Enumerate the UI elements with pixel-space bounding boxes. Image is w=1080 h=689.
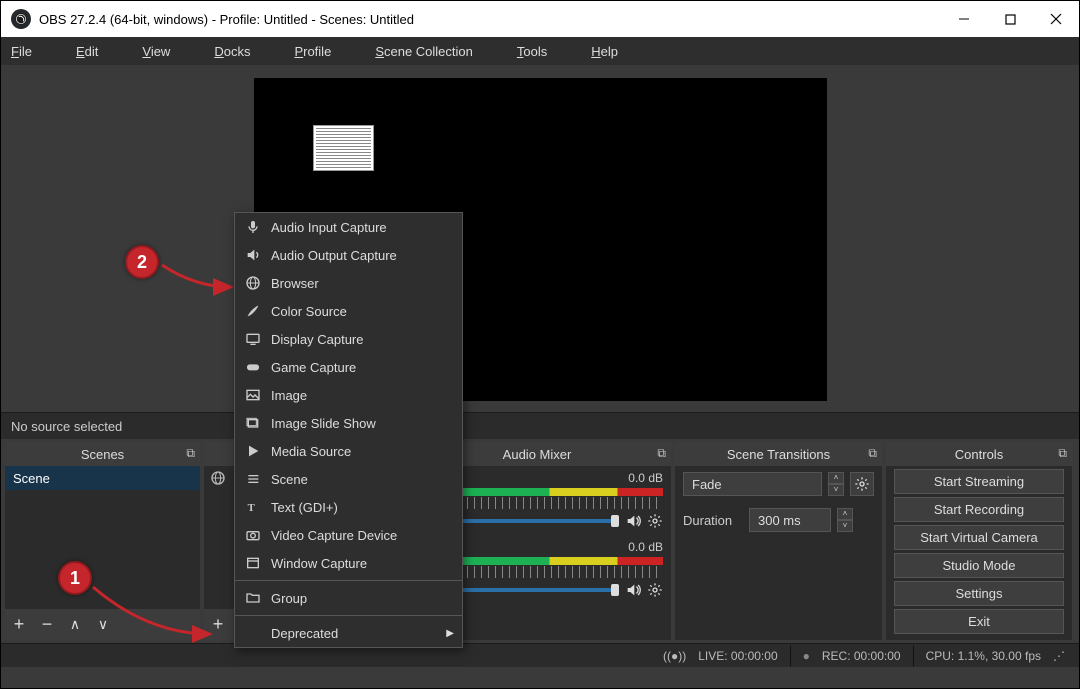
browser-source-thumb[interactable] bbox=[313, 125, 374, 171]
menu-scene-collection[interactable]: Scene Collection bbox=[375, 44, 495, 59]
window-icon bbox=[245, 555, 261, 571]
start-virtual-camera-button[interactable]: Start Virtual Camera bbox=[894, 525, 1064, 550]
start-streaming-button[interactable]: Start Streaming bbox=[894, 469, 1064, 494]
speaker-out-icon bbox=[245, 247, 261, 263]
menu-item-audio-output-capture[interactable]: Audio Output Capture bbox=[235, 241, 462, 269]
minimize-button[interactable] bbox=[941, 1, 987, 37]
source-status-bar: No source selected bbox=[1, 412, 1079, 439]
duration-input[interactable]: 300 ms bbox=[749, 508, 831, 532]
submenu-arrow-icon: ▶ bbox=[446, 628, 454, 639]
menu-item-color-source[interactable]: Color Source bbox=[235, 297, 462, 325]
svg-text:T: T bbox=[248, 503, 255, 514]
scenes-popout-icon[interactable]: ⧉ bbox=[186, 446, 195, 461]
play-icon bbox=[245, 443, 261, 459]
callout-1-arrow-icon bbox=[88, 579, 218, 649]
transition-up-icon[interactable]: ˄ bbox=[828, 472, 844, 484]
transition-down-icon[interactable]: ˅ bbox=[828, 484, 844, 496]
transition-select[interactable]: Fade bbox=[683, 472, 822, 496]
status-cpu: CPU: 1.1%, 30.00 fps bbox=[926, 649, 1041, 663]
gear-icon[interactable] bbox=[647, 513, 663, 529]
menu-view[interactable]: View bbox=[142, 44, 192, 59]
slideshow-icon bbox=[245, 415, 261, 431]
menu-item-group[interactable]: Group bbox=[235, 584, 462, 612]
controls-panel: Controls⧉ Start Streaming Start Recordin… bbox=[886, 442, 1072, 640]
globe-icon bbox=[210, 470, 226, 486]
folder-icon bbox=[245, 590, 261, 606]
menubar: File Edit View Docks Profile Scene Colle… bbox=[1, 37, 1079, 65]
track-db: 0.0 dB bbox=[628, 540, 663, 554]
text-icon: T bbox=[245, 499, 261, 515]
menu-edit[interactable]: Edit bbox=[76, 44, 120, 59]
broadcast-icon: ((●)) bbox=[663, 649, 686, 663]
menu-item-image[interactable]: Image bbox=[235, 381, 462, 409]
image-icon bbox=[245, 387, 261, 403]
menu-item-video-capture-device[interactable]: Video Capture Device bbox=[235, 521, 462, 549]
gear-icon[interactable] bbox=[647, 582, 663, 598]
callout-1: 1 bbox=[58, 561, 92, 595]
menu-item-window-capture[interactable]: Window Capture bbox=[235, 549, 462, 577]
scene-transitions-panel: Scene Transitions⧉ Fade ˄˅ Duration 300 … bbox=[675, 442, 882, 640]
controls-popout-icon[interactable]: ⧉ bbox=[1058, 446, 1067, 461]
callout-2: 2 bbox=[125, 245, 159, 279]
speaker-icon[interactable] bbox=[625, 513, 641, 529]
menu-item-text-gdi[interactable]: TText (GDI+) bbox=[235, 493, 462, 521]
record-icon: ● bbox=[803, 649, 810, 663]
menu-item-display-capture[interactable]: Display Capture bbox=[235, 325, 462, 353]
menu-item-media-source[interactable]: Media Source bbox=[235, 437, 462, 465]
maximize-button[interactable] bbox=[987, 1, 1033, 37]
menu-item-deprecated[interactable]: Deprecated▶ bbox=[235, 619, 462, 647]
resize-grip-icon[interactable]: ⋰ bbox=[1053, 649, 1065, 663]
duration-up-icon[interactable]: ˄ bbox=[837, 508, 853, 520]
menu-item-audio-input-capture[interactable]: Audio Input Capture bbox=[235, 213, 462, 241]
callout-2-arrow-icon bbox=[159, 257, 239, 297]
exit-button[interactable]: Exit bbox=[894, 609, 1064, 634]
menu-item-browser[interactable]: Browser bbox=[235, 269, 462, 297]
list-icon bbox=[245, 471, 261, 487]
duration-down-icon[interactable]: ˅ bbox=[837, 520, 853, 532]
gear-icon bbox=[854, 476, 870, 492]
scene-move-up-button[interactable]: ∧ bbox=[61, 609, 89, 640]
duration-label: Duration bbox=[683, 513, 743, 528]
studio-mode-button[interactable]: Studio Mode bbox=[894, 553, 1064, 578]
speaker-icon[interactable] bbox=[625, 582, 641, 598]
menu-item-image-slide-show[interactable]: Image Slide Show bbox=[235, 409, 462, 437]
menu-item-game-capture[interactable]: Game Capture bbox=[235, 353, 462, 381]
scene-add-button[interactable]: + bbox=[5, 609, 33, 640]
menu-file[interactable]: File bbox=[11, 44, 54, 59]
obs-logo-icon bbox=[11, 9, 31, 29]
transitions-title: Scene Transitions⧉ bbox=[675, 442, 882, 466]
start-recording-button[interactable]: Start Recording bbox=[894, 497, 1064, 522]
transitions-popout-icon[interactable]: ⧉ bbox=[868, 446, 877, 461]
menu-profile[interactable]: Profile bbox=[294, 44, 353, 59]
mic-icon bbox=[245, 219, 261, 235]
brush-icon bbox=[245, 303, 261, 319]
add-source-menu: Audio Input Capture Audio Output Capture… bbox=[234, 212, 463, 648]
transition-settings-button[interactable] bbox=[850, 472, 874, 496]
close-button[interactable] bbox=[1033, 1, 1079, 37]
scenes-title: Scenes⧉ bbox=[5, 442, 200, 466]
window-title: OBS 27.2.4 (64-bit, windows) - Profile: … bbox=[39, 12, 414, 27]
scene-remove-button[interactable]: − bbox=[33, 609, 61, 640]
preview-viewport[interactable] bbox=[1, 65, 1079, 412]
status-live: LIVE: 00:00:00 bbox=[698, 649, 777, 663]
scene-item[interactable]: Scene bbox=[5, 466, 200, 490]
menu-help[interactable]: Help bbox=[591, 44, 640, 59]
track-db: 0.0 dB bbox=[628, 471, 663, 485]
gamepad-icon bbox=[245, 359, 261, 375]
status-rec: REC: 00:00:00 bbox=[822, 649, 901, 663]
monitor-icon bbox=[245, 331, 261, 347]
globe-icon bbox=[245, 275, 261, 291]
mixer-popout-icon[interactable]: ⧉ bbox=[657, 446, 666, 461]
controls-title: Controls⧉ bbox=[886, 442, 1072, 466]
menu-docks[interactable]: Docks bbox=[214, 44, 272, 59]
titlebar: OBS 27.2.4 (64-bit, windows) - Profile: … bbox=[1, 1, 1079, 37]
menu-item-scene[interactable]: Scene bbox=[235, 465, 462, 493]
settings-button[interactable]: Settings bbox=[894, 581, 1064, 606]
camera-icon bbox=[245, 527, 261, 543]
menu-tools[interactable]: Tools bbox=[517, 44, 569, 59]
